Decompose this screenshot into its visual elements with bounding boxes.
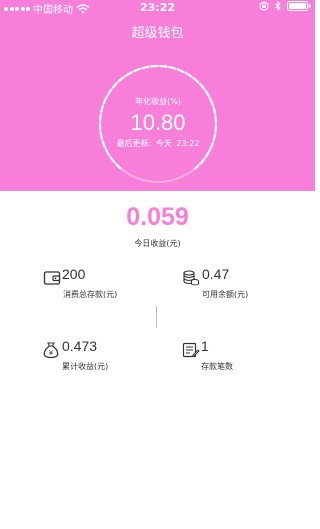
total-deposit-value: 200 [62, 266, 86, 282]
deposit-count-label: 存款笔数 [201, 362, 233, 371]
svg-text:¥: ¥ [49, 349, 54, 357]
deposit-count-value: 1 [201, 338, 209, 354]
annual-yield-value: 10.80 [130, 110, 186, 135]
wallet-icon [43, 271, 61, 285]
available-balance-label: 可用余额(元) [202, 290, 249, 299]
coins-stack-icon [183, 270, 199, 286]
total-deposit-label: 消费总存款(元) [63, 290, 118, 299]
last-updated: 最后更新: 今天 23:22 [90, 138, 226, 149]
today-earnings-value: 0.059 [126, 203, 189, 231]
rotation-lock-icon [259, 1, 269, 11]
bluetooth-icon [275, 1, 281, 11]
last-updated-time: 23:22 [176, 139, 200, 148]
status-bar: 中国移动 23:22 [0, 0, 315, 16]
last-updated-label: 最后更新: [116, 139, 152, 148]
available-balance-value: 0.47 [202, 266, 230, 282]
battery-icon [287, 1, 311, 11]
today-earnings-label: 今日收益(元) [134, 239, 181, 248]
ledger-icon [182, 342, 200, 358]
money-bag-icon: ¥ [43, 342, 59, 359]
cumulative-earnings-value: 0.473 [62, 338, 98, 354]
status-right [259, 1, 311, 11]
page-title: 超级钱包 [131, 26, 184, 41]
last-updated-day: 今天 [155, 139, 172, 148]
stats-divider [156, 306, 157, 328]
annual-yield-label: 年化收益(%) [135, 97, 181, 106]
header-banner: 中国移动 23:22 超级钱包 年化收益(%) 10.80 最后更新: 今天 2… [0, 0, 315, 191]
cumulative-earnings-label: 累计收益(元) [62, 362, 109, 371]
